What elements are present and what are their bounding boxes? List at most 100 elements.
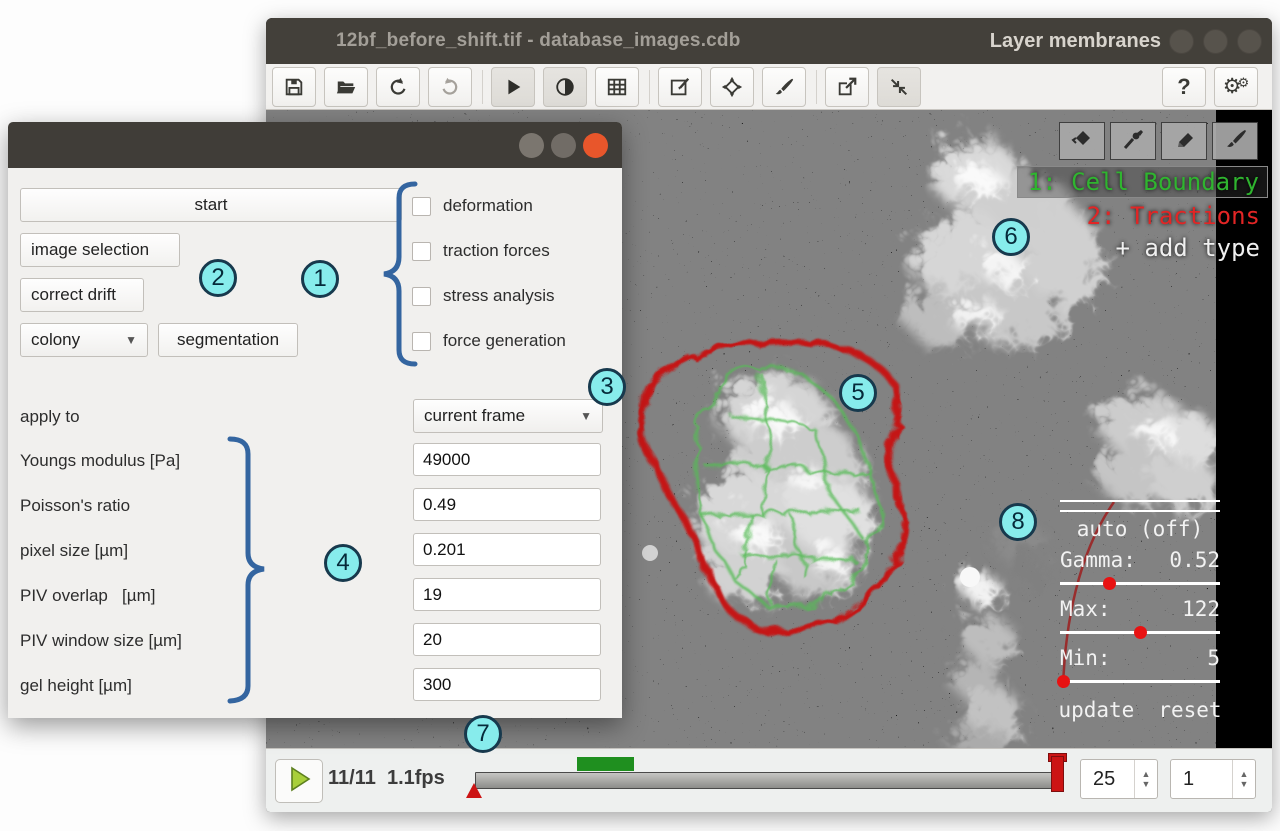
contrast-panel-divider [1060, 500, 1220, 512]
bucket-icon [1069, 127, 1095, 156]
window-buttons [1169, 29, 1262, 54]
eraser-button[interactable] [1161, 122, 1207, 160]
auto-contrast-button[interactable]: auto (off) [1060, 517, 1220, 541]
min-value: 5 [1207, 646, 1220, 670]
add-type-button[interactable]: + add type [1116, 234, 1269, 262]
skip-spinbox-arrows[interactable]: ▲▼ [1232, 760, 1255, 798]
main-titlebar[interactable]: 12bf_before_shift.tif - database_images.… [266, 18, 1272, 64]
contrast-icon [554, 76, 576, 98]
stress-analysis-checkbox[interactable] [412, 287, 431, 306]
segmentation-button[interactable]: segmentation [158, 323, 298, 357]
min-slider-knob[interactable] [1057, 675, 1070, 688]
undo-button[interactable] [376, 67, 420, 107]
gamma-slider[interactable] [1060, 577, 1220, 590]
youngs-modulus-field[interactable] [413, 443, 601, 476]
undo-icon [387, 76, 409, 98]
dialog-titlebar[interactable] [8, 122, 622, 168]
traction-forces-checkbox[interactable] [412, 242, 431, 261]
callout-4: 4 [324, 544, 362, 582]
type-tractions[interactable]: 2: Tractions [1087, 202, 1268, 230]
callout-6: 6 [992, 218, 1030, 256]
contrast-panel: auto (off) Gamma:0.52 Max:122 Min:5 upda… [1060, 500, 1220, 722]
apply-to-dropdown[interactable]: current frame ▼ [413, 399, 603, 433]
reset-button[interactable]: reset [1158, 698, 1221, 722]
maximize-button[interactable] [1203, 29, 1228, 54]
force-generation-checkbox[interactable] [412, 332, 431, 351]
help-icon: ? [1177, 74, 1190, 100]
piv-window-size-field[interactable] [413, 623, 601, 656]
fps-spinbox-value[interactable]: 25 [1081, 768, 1134, 791]
collapse-button[interactable] [877, 67, 921, 107]
type-cell-boundary[interactable]: 1: Cell Boundary [1017, 166, 1268, 198]
fps-spinbox-arrows[interactable]: ▲▼ [1134, 760, 1157, 798]
mask-brush-button[interactable] [1212, 122, 1258, 160]
play-button[interactable] [491, 67, 535, 107]
eraser-icon [1171, 127, 1197, 156]
min-slider[interactable] [1060, 675, 1220, 688]
dialog-maximize-button[interactable] [551, 133, 576, 158]
pixel-size-label: pixel size [µm] [20, 541, 128, 561]
mode-dropdown[interactable]: colony ▼ [20, 323, 148, 357]
gamma-slider-knob[interactable] [1103, 577, 1116, 590]
pipette-button[interactable] [1110, 122, 1156, 160]
playback-bar: 11/11 1.1fps 25 ▲▼ 1 ▲▼ [266, 748, 1272, 812]
timeline[interactable] [475, 749, 1060, 812]
play-icon [502, 76, 524, 98]
playback-play-button[interactable] [275, 759, 323, 803]
minimize-button[interactable] [1169, 29, 1194, 54]
max-slider-knob[interactable] [1134, 626, 1147, 639]
contrast-button[interactable] [543, 67, 587, 107]
chevron-down-icon: ▼ [580, 409, 602, 423]
dialog-close-button[interactable] [583, 133, 608, 158]
apply-to-label: apply to [20, 407, 80, 427]
correct-drift-button[interactable]: correct drift [20, 278, 144, 312]
piv-overlap-field[interactable] [413, 578, 601, 611]
floppy-icon [283, 76, 305, 98]
piv-window-size-label: PIV window size [µm] [20, 631, 182, 651]
gamma-value: 0.52 [1169, 548, 1220, 572]
help-button[interactable]: ? [1162, 67, 1206, 107]
gamma-label: Gamma: [1060, 548, 1136, 572]
toolbar-separator [482, 70, 483, 104]
open-button[interactable] [324, 67, 368, 107]
toolbar-separator [649, 70, 650, 104]
marker-button[interactable] [710, 67, 754, 107]
timeline-end-handle[interactable] [1051, 756, 1064, 792]
max-slider[interactable] [1060, 626, 1220, 639]
timeline-start-marker[interactable] [466, 783, 482, 798]
close-button[interactable] [1237, 29, 1262, 54]
pixel-size-field[interactable] [413, 533, 601, 566]
poissons-ratio-field[interactable] [413, 488, 601, 521]
film-button[interactable] [595, 67, 639, 107]
frame-counter: 11/11 1.1fps [328, 767, 445, 790]
toolbar-separator [816, 70, 817, 104]
gel-height-field[interactable] [413, 668, 601, 701]
settings-button[interactable]: ⚙⚙ [1214, 67, 1258, 107]
brush-icon [773, 76, 795, 98]
min-label: Min: [1060, 646, 1111, 670]
youngs-modulus-label: Youngs modulus [Pa] [20, 451, 180, 471]
image-selection-button[interactable]: image selection [20, 233, 180, 267]
update-button[interactable]: update [1058, 698, 1134, 722]
skip-spinbox[interactable]: 1 ▲▼ [1170, 759, 1256, 799]
annotation-button[interactable] [658, 67, 702, 107]
fill-bucket-button[interactable] [1059, 122, 1105, 160]
export-button[interactable] [825, 67, 869, 107]
save-button[interactable] [272, 67, 316, 107]
fps-spinbox[interactable]: 25 ▲▼ [1080, 759, 1158, 799]
marker-type-list: 1: Cell Boundary 2: Tractions + add type [1017, 166, 1268, 266]
deformation-checkbox[interactable] [412, 197, 431, 216]
dialog-minimize-button[interactable] [519, 133, 544, 158]
screenshot-canvas: 12bf_before_shift.tif - database_images.… [0, 0, 1280, 831]
callout-1: 1 [301, 260, 339, 298]
main-toolbar: ? ⚙⚙ [266, 64, 1272, 110]
checkbox-row-traction: traction forces [412, 241, 550, 261]
dialog-body: start image selection correct drift colo… [8, 168, 622, 718]
start-button[interactable]: start [20, 188, 402, 222]
callout-2: 2 [199, 259, 237, 297]
redo-button[interactable] [428, 67, 472, 107]
timeline-track[interactable] [475, 772, 1062, 789]
callout-5: 5 [839, 374, 877, 412]
brush-button[interactable] [762, 67, 806, 107]
skip-spinbox-value[interactable]: 1 [1171, 768, 1232, 791]
